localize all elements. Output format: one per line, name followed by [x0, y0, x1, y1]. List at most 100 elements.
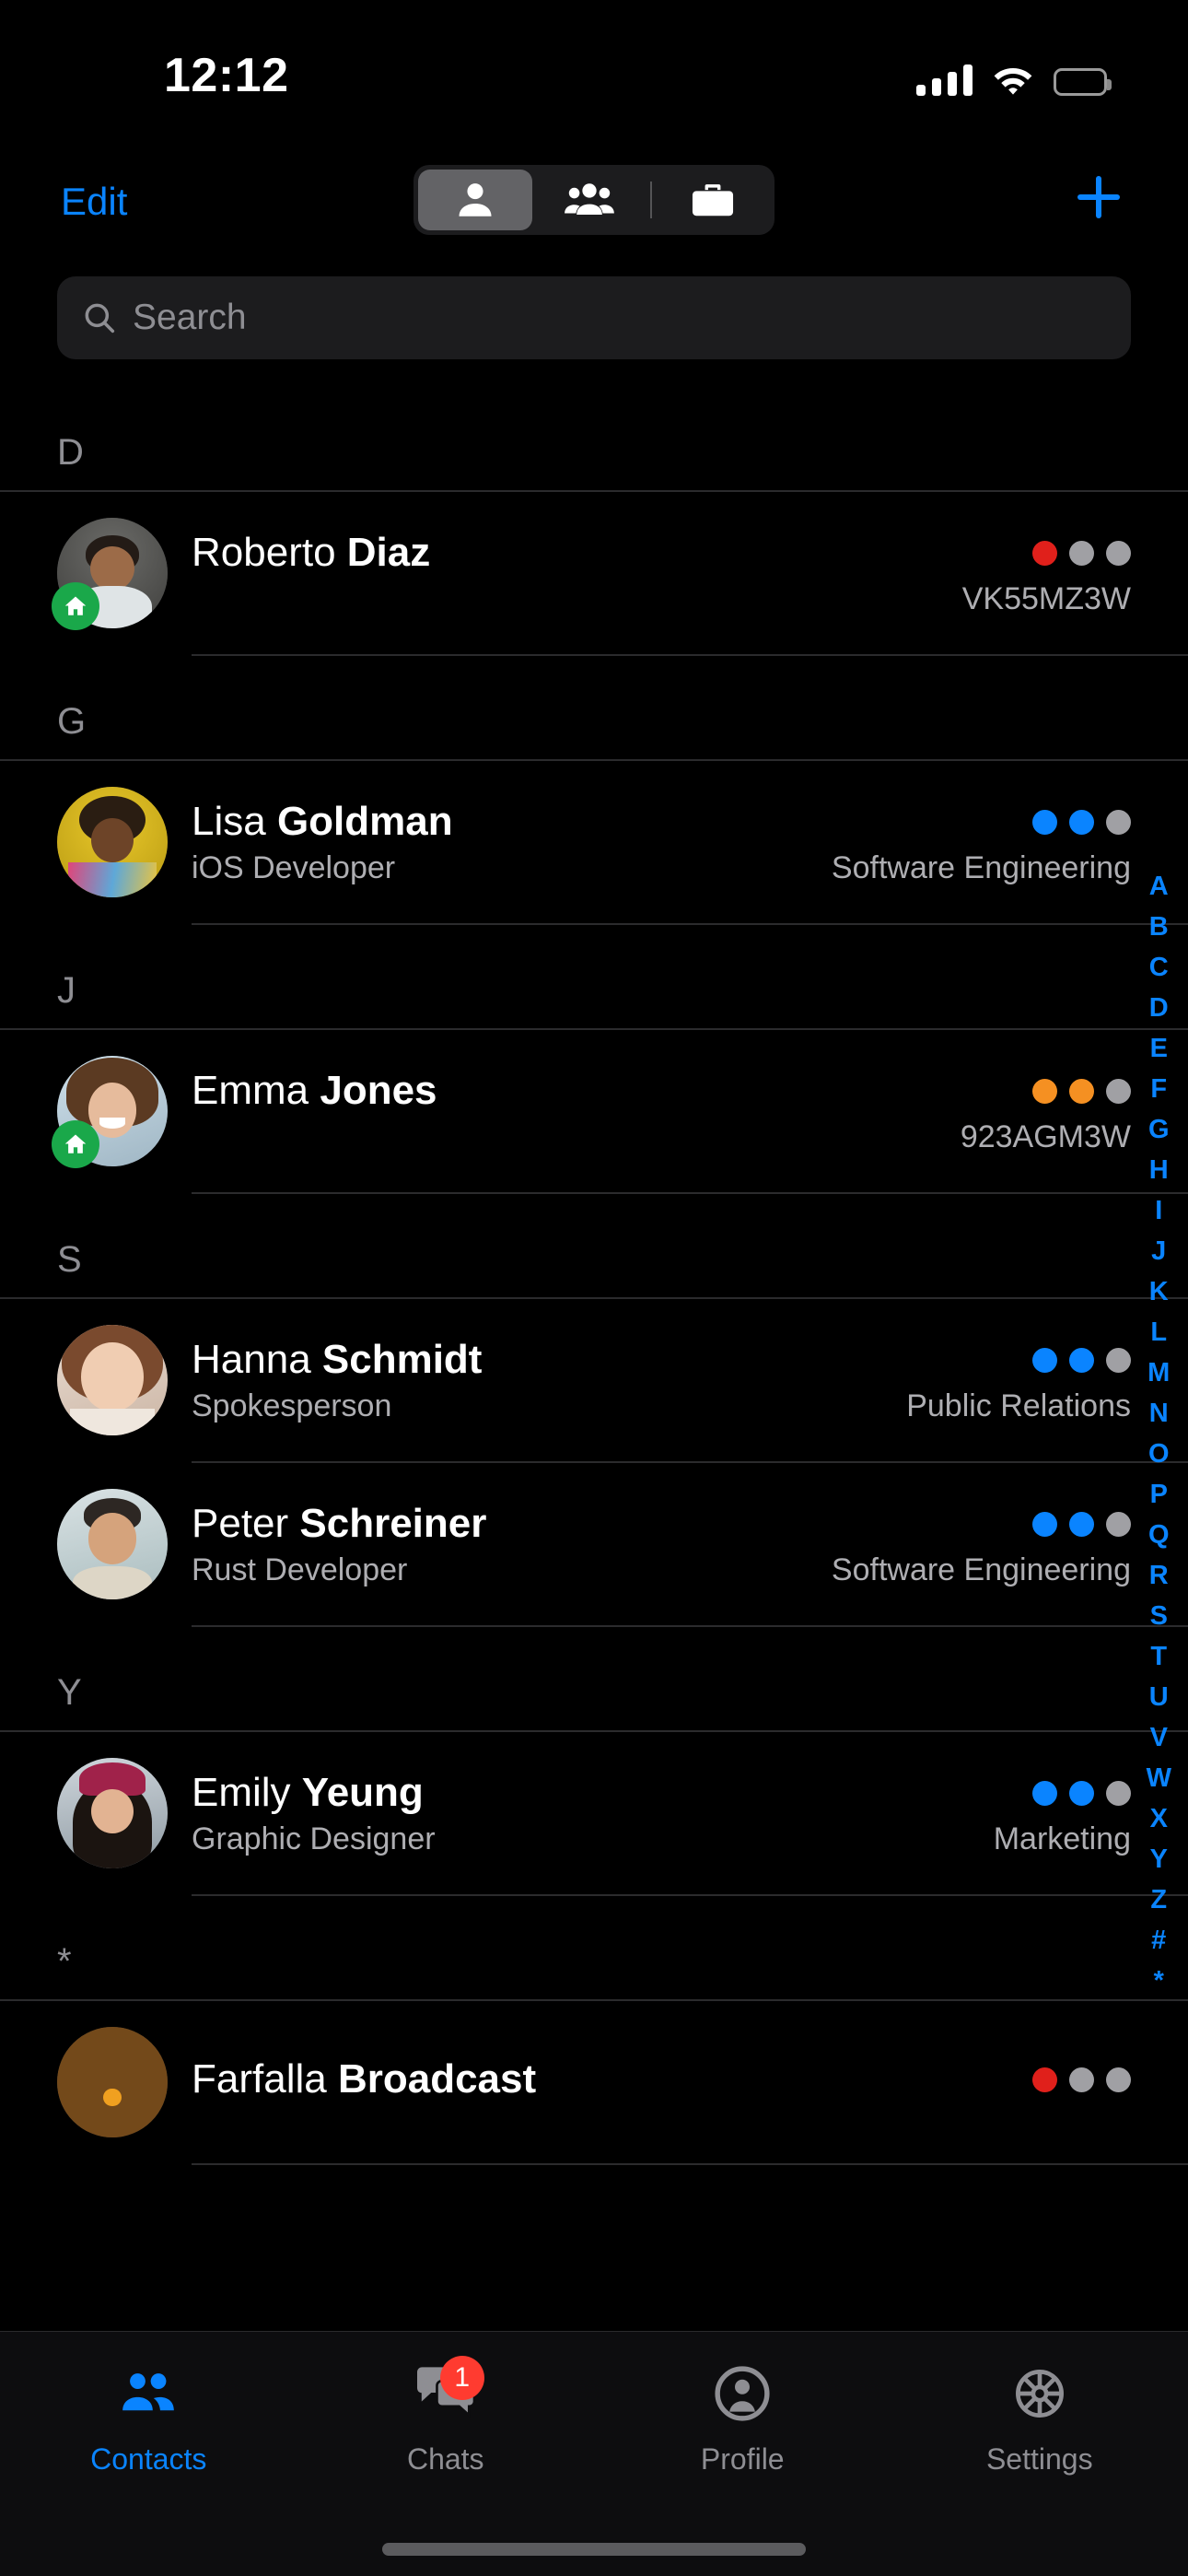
contact-type-segmented-control[interactable]: [413, 165, 775, 235]
contact-name: Lisa Goldman: [192, 799, 453, 845]
avatar: [57, 787, 168, 897]
contact-row[interactable]: Emma Jones 923AGM3W: [0, 1030, 1188, 1192]
add-contact-button[interactable]: [1066, 165, 1131, 229]
alphabet-index-letter[interactable]: J: [1151, 1231, 1166, 1271]
alphabet-index-letter[interactable]: D: [1149, 988, 1169, 1028]
alphabet-index-letter[interactable]: R: [1149, 1555, 1169, 1596]
alphabet-index-letter[interactable]: E: [1150, 1028, 1168, 1069]
contact-row[interactable]: Lisa Goldman iOS Developer Software Engine…: [0, 761, 1188, 923]
alphabet-index[interactable]: A B C D E F G H I J K L M N O P Q R S T U V W X Y Z # *: [1135, 866, 1182, 2001]
contact-given-name: Farfalla: [192, 2056, 338, 2102]
status-dots: [1032, 809, 1131, 835]
person-segment[interactable]: [418, 170, 532, 230]
contact-row[interactable]: Emily Yeung Graphic Designer Marketing: [0, 1732, 1188, 1894]
section-header: J: [0, 925, 1188, 1028]
contact-meta: Public Relations: [906, 1388, 1131, 1423]
alphabet-index-letter[interactable]: M: [1147, 1352, 1170, 1393]
work-segment[interactable]: [656, 170, 770, 230]
alphabet-index-letter[interactable]: O: [1148, 1434, 1170, 1474]
alphabet-index-letter[interactable]: P: [1150, 1474, 1168, 1515]
alphabet-index-letter[interactable]: G: [1148, 1109, 1170, 1150]
contact-text: Emma Jones 923AGM3W: [192, 1068, 1131, 1155]
status-dots: [1032, 1078, 1131, 1104]
contact-name: Emily Yeung: [192, 1770, 424, 1816]
alphabet-index-letter[interactable]: T: [1150, 1636, 1167, 1677]
status-dot: [1106, 1780, 1131, 1806]
alphabet-index-letter[interactable]: Z: [1150, 1879, 1167, 1920]
contact-secondary-line: iOS Developer Software Engineering: [192, 850, 1131, 886]
alphabet-index-letter[interactable]: N: [1149, 1393, 1169, 1434]
alphabet-index-letter[interactable]: C: [1149, 947, 1169, 988]
contact-list[interactable]: D Roberto Diaz VK55MZ3W G Lisa Goldman iOS De…: [0, 387, 1188, 2331]
alphabet-index-letter[interactable]: #: [1151, 1920, 1166, 1961]
alphabet-index-letter[interactable]: V: [1150, 1717, 1168, 1758]
contact-primary-line: Peter Schreiner: [192, 1501, 1131, 1547]
contact-row[interactable]: Farfalla Broadcast: [0, 2001, 1188, 2163]
status-dot: [1069, 2067, 1094, 2092]
status-dots: [1032, 2067, 1131, 2092]
alphabet-index-letter[interactable]: Y: [1150, 1839, 1168, 1879]
avatar: [57, 1489, 168, 1599]
home-badge-icon: [52, 1120, 99, 1168]
contact-subtitle: Rust Developer: [192, 1551, 408, 1587]
alphabet-index-letter[interactable]: *: [1154, 1961, 1164, 2001]
status-dot: [1069, 1347, 1094, 1373]
status-bar-time: 12:12: [164, 49, 289, 102]
alphabet-index-letter[interactable]: X: [1150, 1798, 1168, 1839]
contact-row[interactable]: Peter Schreiner Rust Developer Software En…: [0, 1463, 1188, 1625]
contact-family-name: Broadcast: [337, 2056, 537, 2102]
contact-primary-line: Emily Yeung: [192, 1770, 1131, 1816]
status-dot: [1032, 1780, 1057, 1806]
contact-primary-line: Lisa Goldman: [192, 799, 1131, 845]
contact-meta: Software Engineering: [831, 1551, 1131, 1587]
alphabet-index-letter[interactable]: U: [1149, 1677, 1169, 1717]
contact-subtitle: Graphic Designer: [192, 1821, 436, 1856]
contact-family-name: Goldman: [276, 798, 453, 844]
status-dot: [1069, 809, 1094, 835]
segment-divider: [650, 181, 652, 218]
contact-row[interactable]: Hanna Schmidt Spokesperson Public Relation…: [0, 1299, 1188, 1461]
alphabet-index-letter[interactable]: I: [1155, 1190, 1162, 1231]
status-dot: [1069, 540, 1094, 566]
alphabet-index-letter[interactable]: A: [1149, 866, 1169, 907]
search-bar[interactable]: [57, 276, 1131, 359]
avatar: [57, 1758, 168, 1868]
alphabet-index-letter[interactable]: K: [1149, 1271, 1169, 1312]
contact-given-name: Emma: [192, 1067, 320, 1113]
contact-name: Hanna Schmidt: [192, 1337, 482, 1383]
alphabet-index-letter[interactable]: F: [1150, 1069, 1167, 1109]
wifi-icon: [994, 68, 1032, 95]
contact-text: Peter Schreiner Rust Developer Software En…: [192, 1501, 1131, 1588]
alphabet-index-letter[interactable]: L: [1150, 1312, 1167, 1352]
separator: [192, 2163, 1188, 2165]
status-dot: [1069, 1511, 1094, 1537]
status-dot: [1032, 2067, 1057, 2092]
contact-given-name: Peter: [192, 1500, 300, 1546]
status-dot: [1106, 809, 1131, 835]
status-dot: [1106, 1347, 1131, 1373]
group-segment[interactable]: [532, 170, 646, 230]
contacts-screen: 12:12 Edit Search D Roberto Diaz VK55MZ3…: [0, 0, 1188, 2576]
tab-profile[interactable]: Profile: [594, 2359, 891, 2476]
contact-row[interactable]: Roberto Diaz VK55MZ3W: [0, 492, 1188, 654]
status-dot: [1106, 1511, 1131, 1537]
contact-given-name: Roberto: [192, 529, 347, 575]
status-dot: [1106, 2067, 1131, 2092]
alphabet-index-letter[interactable]: W: [1147, 1758, 1171, 1798]
contact-given-name: Lisa: [192, 798, 277, 844]
alphabet-index-letter[interactable]: S: [1150, 1596, 1168, 1636]
search-input[interactable]: [133, 298, 1107, 338]
tab-chats[interactable]: 1 Chats: [297, 2356, 595, 2476]
avatar-image: [57, 787, 168, 897]
avatar: [57, 2027, 168, 2137]
home-indicator: [382, 2543, 806, 2556]
contact-given-name: Emily: [192, 1769, 302, 1815]
tab-settings[interactable]: Settings: [891, 2359, 1188, 2476]
avatar-image: [57, 1325, 168, 1435]
contact-family-name: Diaz: [346, 529, 431, 575]
alphabet-index-letter[interactable]: B: [1149, 907, 1169, 947]
edit-button[interactable]: Edit: [57, 174, 131, 229]
alphabet-index-letter[interactable]: H: [1149, 1150, 1169, 1190]
tab-contacts[interactable]: Contacts: [0, 2359, 297, 2476]
alphabet-index-letter[interactable]: Q: [1148, 1515, 1170, 1555]
